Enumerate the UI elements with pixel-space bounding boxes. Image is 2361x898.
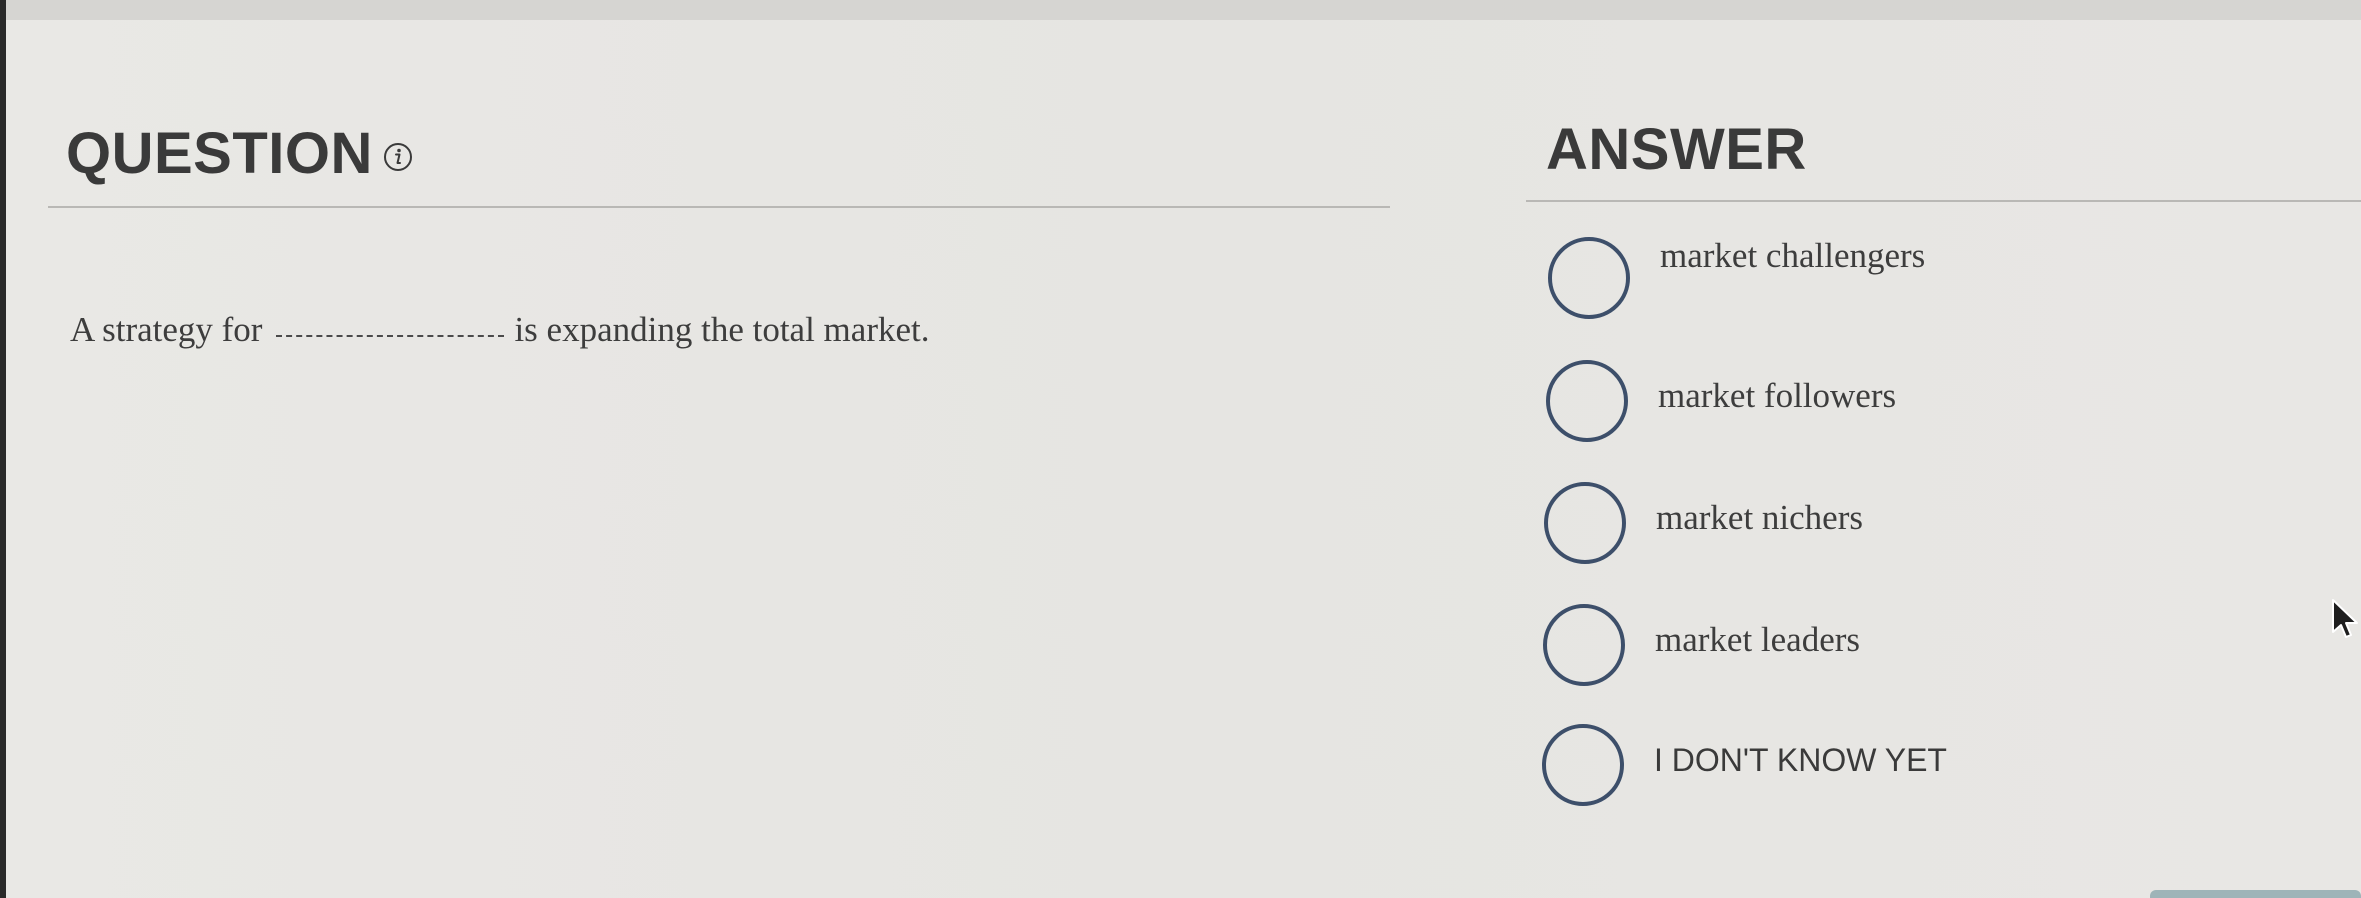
question-text-after: is expanding the total market. xyxy=(514,310,930,349)
fill-in-blank xyxy=(276,333,505,337)
answer-option-label: market leaders xyxy=(1655,620,1861,659)
answer-heading: ANSWER xyxy=(1546,117,1807,182)
question-text-before: A strategy for xyxy=(70,310,263,349)
answer-option-label: market followers xyxy=(1658,376,1897,415)
answer-option-market-leaders[interactable]: market leaders xyxy=(1543,604,1860,686)
answer-option-label: I DON'T KNOW YET xyxy=(1654,741,1947,778)
question-panel: QUESTION A strategy for is expanding the… xyxy=(6,20,2361,898)
info-icon[interactable] xyxy=(383,142,413,172)
question-heading: QUESTION xyxy=(66,121,373,186)
radio-button[interactable] xyxy=(1543,604,1625,686)
mouse-cursor-icon xyxy=(2332,599,2358,638)
answer-option-market-nichers[interactable]: market nichers xyxy=(1544,482,1863,564)
question-divider xyxy=(48,206,1390,208)
answer-divider xyxy=(1526,200,2361,202)
radio-button[interactable] xyxy=(1544,482,1626,564)
answer-option-dont-know[interactable]: I DON'T KNOW YET xyxy=(1542,724,1947,806)
answer-option-market-followers[interactable]: market followers xyxy=(1546,360,1896,442)
question-prompt: A strategy for is expanding the total ma… xyxy=(70,310,929,350)
answer-option-label: market challengers xyxy=(1660,236,1926,275)
radio-button[interactable] xyxy=(1542,724,1624,806)
question-header: QUESTION xyxy=(66,120,413,187)
top-strip xyxy=(0,0,2361,20)
answer-option-market-challengers[interactable]: market challengers xyxy=(1548,236,1926,319)
bottom-button-edge[interactable] xyxy=(2150,890,2361,898)
radio-button[interactable] xyxy=(1546,360,1628,442)
radio-button[interactable] xyxy=(1548,237,1630,319)
answer-option-label: market nichers xyxy=(1656,498,1863,537)
